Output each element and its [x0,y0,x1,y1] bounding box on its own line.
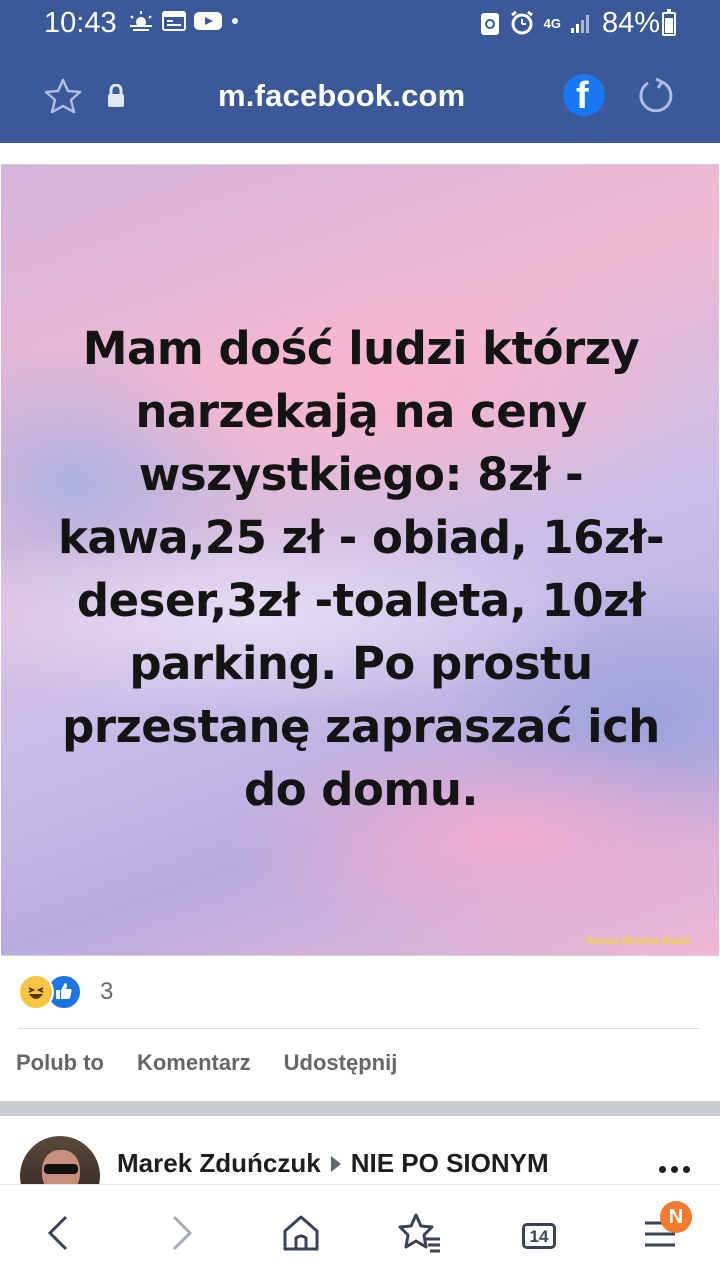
bookmarks-icon[interactable] [398,1213,442,1253]
group-name[interactable]: NIE PO SIONYM [351,1148,549,1179]
facebook-icon[interactable]: f [563,74,605,117]
url-bar[interactable]: m.facebook.com f [0,52,720,142]
reaction-count: 3 [100,978,114,1005]
status-time: 10:43 [44,7,117,39]
weather-icon [130,11,152,31]
status-right-icons: 4G [480,10,592,36]
battery-icon [662,9,676,36]
forward-icon[interactable] [166,1213,196,1253]
post-actions: Polub to Komentarz Udostępnij [16,1050,397,1076]
browser-header: 10:43 4G 84% m.facebook.com f [0,0,720,143]
url-text[interactable]: m.facebook.com [218,78,465,114]
reactions-summary[interactable]: 3 [18,974,113,1010]
battery-level [665,18,673,33]
alarm-icon [510,10,533,35]
tabs-button[interactable]: 14 [522,1223,556,1249]
youtube-icon [194,12,222,30]
post-image-text: Mam dość ludzi którzy narzekają na ceny … [57,322,665,816]
signal-icon [571,15,589,33]
haha-reaction-icon [18,974,54,1010]
feed-separator [0,1101,720,1116]
network-label: 4G [543,15,561,31]
dot-icon [232,18,238,24]
lock-icon [108,84,124,107]
home-icon[interactable] [281,1213,321,1253]
comment-button[interactable]: Komentarz [137,1050,251,1076]
next-post-header: Marek Zduńczuk NIE PO SIONYM [117,1148,549,1179]
author-name[interactable]: Marek Zduńczuk [117,1148,321,1179]
image-watermark: Renata Mizerka Blaski [585,936,691,947]
status-left-icons [128,10,240,32]
share-button[interactable]: Udostępnij [284,1050,398,1076]
status-bar: 10:43 4G 84% [0,0,720,48]
more-options-icon[interactable] [659,1166,690,1173]
notification-badge: N [660,1201,692,1233]
arrow-right-icon [330,1155,341,1172]
reload-icon[interactable] [636,76,676,116]
recycle-icon [480,13,499,35]
like-button[interactable]: Polub to [16,1050,104,1076]
divider [18,1028,700,1029]
star-icon[interactable] [44,78,82,114]
battery-percent: 84% [602,7,661,39]
post-image[interactable]: Mam dość ludzi którzy narzekają na ceny … [1,164,719,956]
calendar-icon [162,11,186,31]
back-icon[interactable] [44,1213,74,1253]
browser-bottom-nav: 14 N [0,1184,720,1281]
